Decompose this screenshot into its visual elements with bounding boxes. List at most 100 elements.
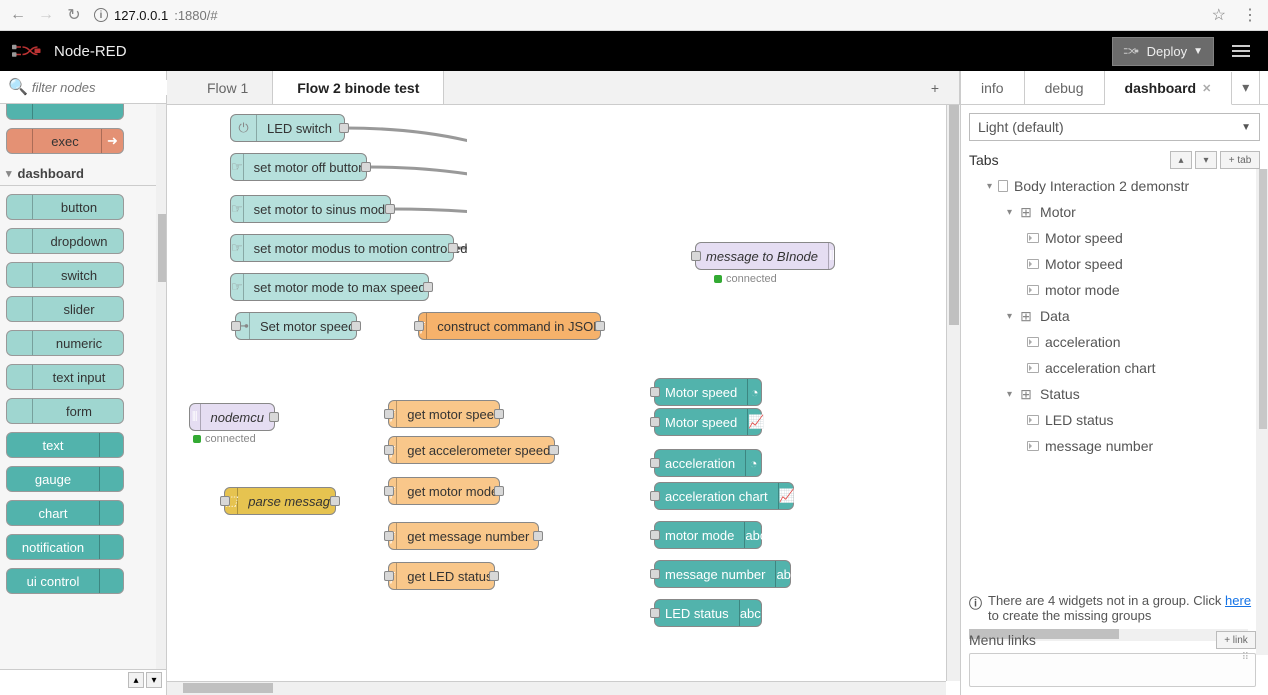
node-out-led[interactable]: LED statusabc <box>654 599 762 627</box>
tree-widget[interactable]: motor mode <box>973 277 1260 303</box>
tree-widget[interactable]: message number <box>973 433 1260 459</box>
dashboard-tree: ▾Body Interaction 2 demonstr ▾⊞Motor Mot… <box>969 173 1260 459</box>
tree-widget[interactable]: LED status <box>973 407 1260 433</box>
info-icon[interactable]: i <box>94 8 108 22</box>
node-motor-off[interactable]: ☞set motor off button <box>230 153 367 181</box>
palette-up-button[interactable]: ▴ <box>128 672 144 688</box>
palette-down-button[interactable]: ▾ <box>146 672 162 688</box>
theme-select[interactable]: Light (default)▼ <box>969 113 1260 141</box>
palette-node-text-input[interactable]: text input <box>6 364 124 390</box>
tree-widget[interactable]: Motor speed <box>973 251 1260 277</box>
url-path: :1880/# <box>174 8 217 23</box>
collapse-all-button[interactable]: ▾ <box>1195 151 1217 169</box>
palette-node-notification[interactable]: notification <box>6 534 124 560</box>
address-bar[interactable]: i 127.0.0.1:1880/# <box>94 8 1200 23</box>
chart-icon: 📈 <box>747 409 764 435</box>
node-set-speed[interactable]: ⊶Set motor speed <box>235 312 357 340</box>
palette-node-numeric[interactable]: numeric <box>6 330 124 356</box>
tab-dashboard[interactable]: dashboard✕ <box>1105 72 1233 105</box>
node-motor-motion[interactable]: ☞set motor modus to motion controlled <box>230 234 454 262</box>
flow-tabs: Flow 1 Flow 2 binode test + <box>167 71 960 105</box>
tree-tab[interactable]: ▾Body Interaction 2 demonstr <box>973 173 1260 199</box>
palette-node-chart[interactable]: chart <box>6 500 124 526</box>
nodered-logo-icon <box>12 43 42 59</box>
tab-debug[interactable]: debug <box>1025 71 1105 104</box>
deploy-button[interactable]: Deploy ▼ <box>1112 37 1214 66</box>
button-icon: ☞ <box>231 154 244 180</box>
workspace: Flow 1 Flow 2 binode test + <box>167 71 961 695</box>
sidebar-vscroll[interactable] <box>1256 169 1268 655</box>
node-out-msgnum[interactable]: message numberabc <box>654 560 791 588</box>
node-out-motorspeed1[interactable]: Motor speed◔ <box>654 378 762 406</box>
palette-node-exec[interactable]: exec➜ <box>6 128 124 154</box>
add-tab-button[interactable]: + tab <box>1220 151 1260 169</box>
create-groups-link[interactable]: here <box>1225 593 1251 608</box>
back-icon[interactable]: ← <box>10 7 26 23</box>
add-tab-button[interactable]: + <box>911 71 960 104</box>
tree-widget[interactable]: Motor speed <box>973 225 1260 251</box>
node-construct-json[interactable]: ƒconstruct command in JSON <box>418 312 601 340</box>
widget-icon <box>1027 441 1039 451</box>
node-led-switch[interactable]: ⏻LED switch <box>230 114 345 142</box>
palette-node-button[interactable]: button <box>6 194 124 220</box>
palette-scrollbar[interactable] <box>156 104 166 669</box>
resize-grip-icon[interactable]: ⠿ <box>1242 652 1251 663</box>
node-type-icon <box>99 467 123 491</box>
add-link-button[interactable]: + link <box>1216 631 1256 649</box>
close-icon[interactable]: ✕ <box>1202 82 1211 95</box>
tab-flow2[interactable]: Flow 2 binode test <box>273 71 444 104</box>
flow-canvas[interactable]: ⏻LED switch ☞set motor off button ☞set m… <box>167 105 960 695</box>
palette-node-form[interactable]: form <box>6 398 124 424</box>
node-type-icon <box>99 535 123 559</box>
info-icon: ⓘ <box>969 593 982 623</box>
node-get-accel[interactable]: ƒget accelerometer speed <box>388 436 555 464</box>
tab-info[interactable]: info <box>961 71 1025 104</box>
palette-node-dropdown[interactable]: dropdown <box>6 228 124 254</box>
tree-group-status[interactable]: ▾⊞Status <box>973 381 1260 407</box>
text-icon: abc <box>739 600 761 626</box>
palette-node-partial[interactable] <box>6 104 124 120</box>
canvas-hscroll[interactable] <box>167 681 946 695</box>
node-parse-message[interactable]: ⬚parse message <box>224 487 336 515</box>
widget-icon <box>1027 233 1039 243</box>
sidebar-menu-button[interactable]: ▾ <box>1232 71 1260 104</box>
hamburger-icon[interactable] <box>1226 45 1256 57</box>
node-get-led[interactable]: ƒget LED status <box>388 562 495 590</box>
palette-node-switch[interactable]: switch <box>6 262 124 288</box>
canvas-vscroll[interactable] <box>946 105 960 681</box>
palette-category-dashboard[interactable]: dashboard <box>0 162 166 186</box>
widget-icon <box>1027 259 1039 269</box>
palette-node-gauge[interactable]: gauge <box>6 466 124 492</box>
tab-flow1[interactable]: Flow 1 <box>183 71 273 104</box>
widget-icon <box>1027 415 1039 425</box>
node-get-msgnum[interactable]: ƒget message number <box>388 522 539 550</box>
tree-group-data[interactable]: ▾⊞Data <box>973 303 1260 329</box>
palette-node-ui-control[interactable]: ui control <box>6 568 124 594</box>
node-out-mode[interactable]: motor modeabc <box>654 521 762 549</box>
palette-node-slider[interactable]: slider <box>6 296 124 322</box>
node-out-motorspeed2[interactable]: Motor speed📈 <box>654 408 762 436</box>
forward-icon[interactable]: → <box>38 7 54 23</box>
expand-all-button[interactable]: ▴ <box>1170 151 1192 169</box>
palette-node-text[interactable]: text <box>6 432 124 458</box>
menu-links-editor[interactable]: ⠿ <box>969 653 1256 687</box>
tree-widget[interactable]: acceleration <box>973 329 1260 355</box>
grid-icon: ⊞ <box>1018 204 1034 220</box>
browser-toolbar: ← → ↻ i 127.0.0.1:1880/# ☆ ⋮ <box>0 0 1268 31</box>
node-get-speed[interactable]: ƒget motor speed <box>388 400 500 428</box>
star-icon[interactable]: ☆ <box>1212 5 1226 25</box>
tree-widget[interactable]: acceleration chart <box>973 355 1260 381</box>
node-message-binode[interactable]: message to BInode⦀ <box>695 242 835 270</box>
grid-icon: ⊞ <box>1018 308 1034 324</box>
node-nodemcu[interactable]: ⦀nodemcu <box>189 403 275 431</box>
node-out-accelchart[interactable]: acceleration chart📈 <box>654 482 794 510</box>
tree-group-motor[interactable]: ▾⊞Motor <box>973 199 1260 225</box>
node-out-accel[interactable]: acceleration◔ <box>654 449 762 477</box>
mqtt-icon: ⦀ <box>190 404 201 430</box>
reload-icon[interactable]: ↻ <box>66 7 82 23</box>
text-icon: abc <box>775 561 797 587</box>
kebab-icon[interactable]: ⋮ <box>1242 5 1258 25</box>
node-get-mode[interactable]: ƒget motor mode <box>388 477 500 505</box>
node-motor-max[interactable]: ☞set motor mode to max speed <box>230 273 429 301</box>
node-motor-sinus[interactable]: ☞set motor to sinus mode <box>230 195 391 223</box>
